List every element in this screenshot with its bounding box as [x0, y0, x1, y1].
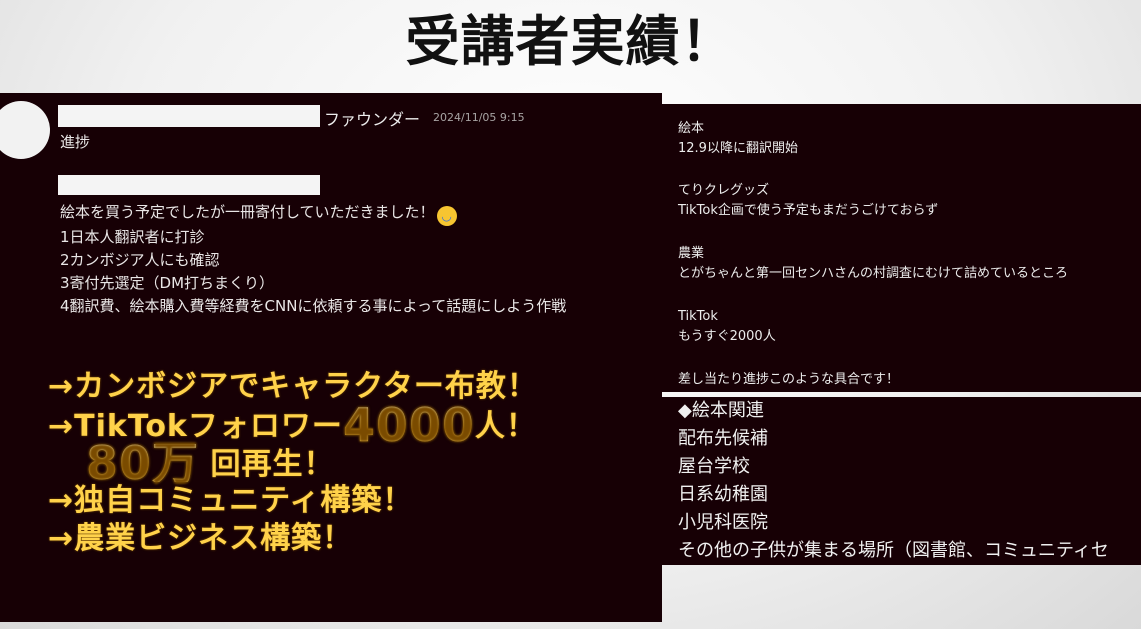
update-block: TikTok もうすぐ2000人: [678, 307, 776, 347]
redacted-username: [58, 105, 320, 127]
update-body: もうすぐ2000人: [678, 329, 776, 344]
update-body: TikTok企画で使う予定もまだうごけておらず: [678, 203, 939, 218]
page-title: 受講者実績！: [405, 10, 736, 73]
message-line: 3寄付先選定（DM打ちまくり）: [60, 274, 275, 292]
crying-face-icon: ◡: [436, 206, 457, 226]
update-body: とがちゃんと第一回センハさんの村調査にむけて詰めているところ: [678, 266, 1069, 281]
update-block: 農業 とがちゃんと第一回センハさんの村調査にむけて詰めているところ: [678, 244, 1068, 284]
update-body: 差し当たり進捗このような具合です！: [678, 372, 900, 387]
update-body: 12.9以降に翻訳開始: [678, 141, 798, 156]
distribution-header: ◆絵本関連: [678, 400, 764, 421]
view-count: 80万: [86, 436, 200, 490]
list-item: 配布先候補: [678, 428, 768, 449]
update-block: 差し当たり進捗このような具合です！: [678, 370, 899, 390]
post-message: 絵本を買う予定でしたが一冊寄付していただきました！ ◡ 1日本人翻訳者に打診 2カ…: [60, 201, 566, 318]
distribution-panel: ◆絵本関連 配布先候補 屋台学校 日系幼稚園 小児科医院 その他の子供が集まる場…: [662, 397, 1141, 565]
redacted-mention: [58, 175, 320, 195]
message-line: 2カンボジア人にも確認: [60, 251, 220, 269]
follower-count: 4000: [342, 398, 475, 452]
chat-post-panel: ファウンダー 2024/11/05 9:15 進捗 絵本を買う予定でしたが一冊寄…: [0, 93, 662, 622]
update-heading: てりクレグッズ: [678, 183, 770, 198]
message-line: 絵本を買う予定でしたが一冊寄付していただきました！ ◡: [60, 201, 566, 226]
progress-updates-panel: 絵本 12.9以降に翻訳開始 てりクレグッズ TikTok企画で使う予定もまだう…: [662, 104, 1141, 392]
post-timestamp: 2024/11/05 9:15: [433, 111, 525, 124]
message-line: 1日本人翻訳者に打診: [60, 228, 205, 246]
update-heading: 農業: [678, 246, 705, 261]
update-block: てりクレグッズ TikTok企画で使う予定もまだうごけておらず: [678, 181, 938, 221]
list-item: 日系幼稚園: [678, 484, 768, 505]
result-line: →農業ビジネス構築！: [48, 521, 354, 556]
distribution-list: ◆絵本関連 配布先候補 屋台学校 日系幼稚園 小児科医院 その他の子供が集まる場…: [678, 397, 1109, 565]
message-line: 4翻訳費、絵本購入費等経費をCNNに依頼する事によって話題にしよう作戦: [60, 297, 567, 315]
update-heading: TikTok: [678, 309, 718, 324]
list-item: 屋台学校: [678, 456, 750, 477]
avatar: [0, 101, 50, 159]
results-list: →カンボジアでキャラクター布教！ →TikTokフォロワー4000人！ 80万 …: [48, 368, 538, 558]
list-item: 小児科医院: [678, 512, 768, 533]
update-block: 絵本 12.9以降に翻訳開始: [678, 119, 798, 159]
post-progress-label: 進捗: [60, 133, 91, 151]
user-role: ファウンダー: [324, 110, 421, 129]
update-heading: 絵本: [678, 121, 705, 136]
list-item: その他の子供が集まる場所（図書館、コミュニティセ: [678, 540, 1109, 561]
